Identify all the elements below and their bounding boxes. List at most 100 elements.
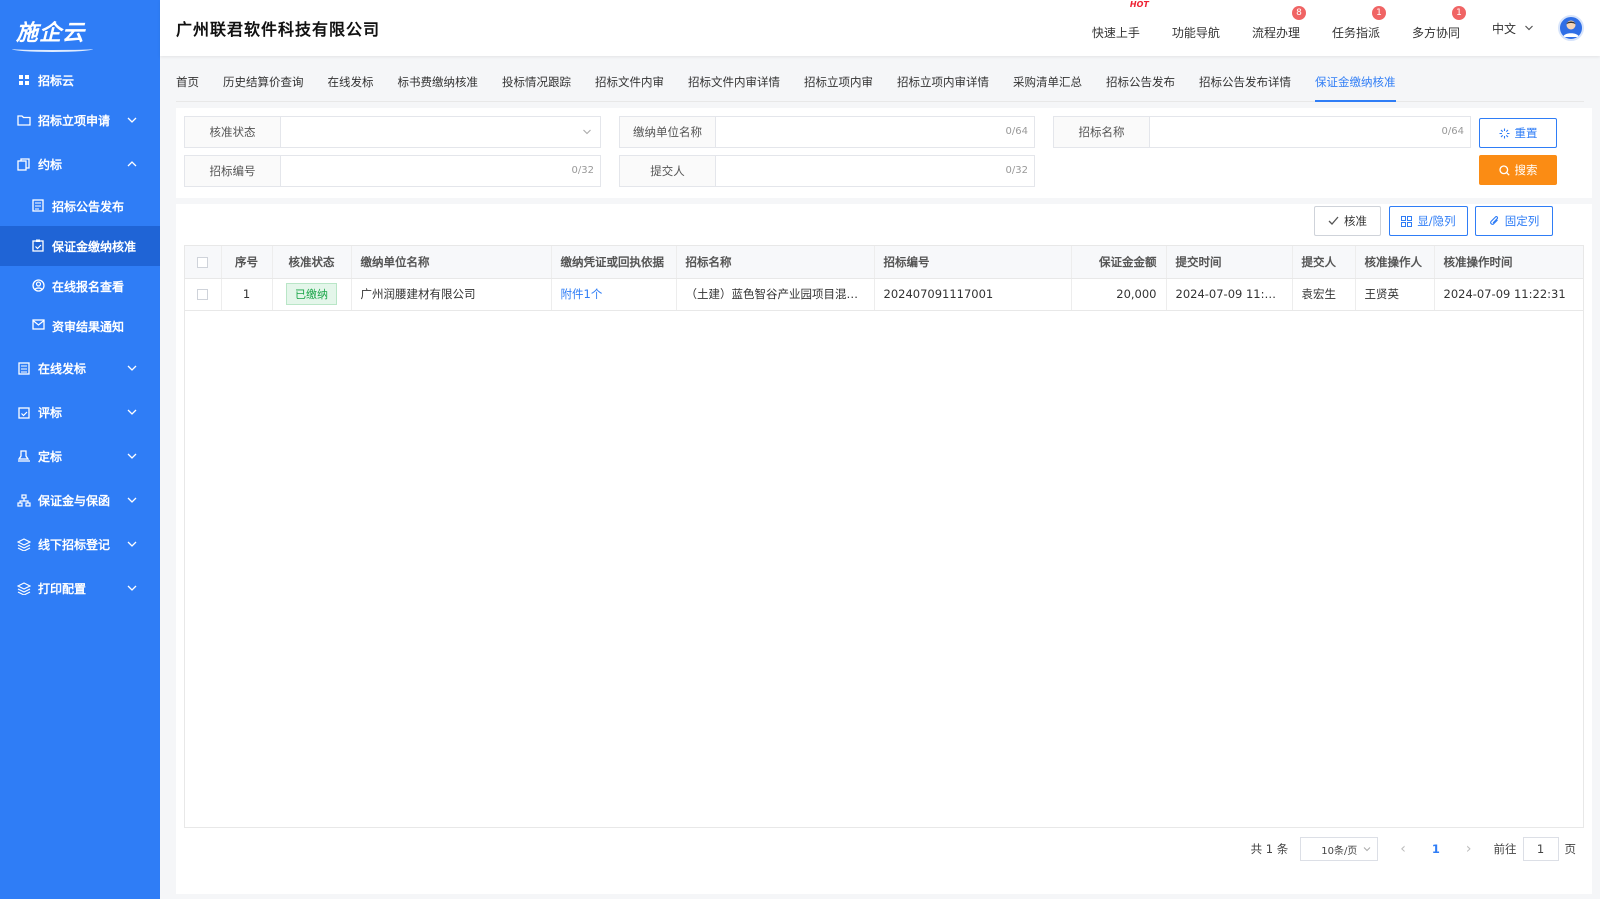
unit-input[interactable]: 0/64 <box>716 117 1034 147</box>
col-header: 核准状态 <box>272 246 352 279</box>
goto-page-input[interactable]: 1 <box>1522 837 1559 861</box>
toggle-columns-button[interactable]: 显/隐列 <box>1389 206 1468 236</box>
tab-announcement-detail[interactable]: 招标公告发布详情 <box>1199 62 1291 102</box>
quick-start-label: 快速上手 <box>1091 25 1140 40</box>
fix-columns-button[interactable]: 固定列 <box>1475 206 1553 236</box>
search-button[interactable]: 搜索 <box>1479 155 1557 185</box>
fix-columns-label: 固定列 <box>1504 214 1540 228</box>
tab-project-review-detail[interactable]: 招标立项内审详情 <box>897 62 989 102</box>
sidebar-item-label: 定标 <box>38 449 63 464</box>
tab-doc-review-detail[interactable]: 招标文件内审详情 <box>688 62 780 102</box>
sidebar-item-offline[interactable]: 线下招标登记 <box>0 522 160 566</box>
sidebar-item-award[interactable]: 定标 <box>0 434 160 478</box>
task-badge: 1 <box>1371 5 1386 20</box>
sidebar-item-invite[interactable]: 约标 <box>0 142 160 186</box>
col-header: 招标编号 <box>874 246 1072 279</box>
document-stack-icon <box>16 156 32 172</box>
sidebar-subitem-registration[interactable]: 在线报名查看 <box>0 266 160 306</box>
function-nav-label: 功能导航 <box>1171 25 1220 40</box>
language-select[interactable]: 中文 <box>1492 20 1534 37</box>
table-header-row: 序号 核准状态 缴纳单位名称 缴纳凭证或回执依据 招标名称 招标编号 保证金金额… <box>185 246 1583 279</box>
attachment-link[interactable]: 附件1个 <box>561 287 603 301</box>
chevron-down-icon <box>127 585 137 591</box>
status-filter-label: 核准状态 <box>185 117 281 147</box>
page-size-select[interactable]: 10条/页 <box>1300 837 1379 861</box>
col-header: 保证金金额 <box>1071 246 1167 279</box>
tab-project-review[interactable]: 招标立项内审 <box>804 62 873 102</box>
col-header: 招标名称 <box>676 246 875 279</box>
submitter-input[interactable]: 0/32 <box>716 156 1034 186</box>
chevron-down-icon <box>127 453 137 459</box>
row-op-time: 2024-07-09 11:22:31 <box>1434 278 1583 311</box>
current-page[interactable]: 1 <box>1432 842 1440 856</box>
tab-announcement[interactable]: 招标公告发布 <box>1106 62 1175 102</box>
page-tabs: 首页 历史结算价查询 在线发标 标书费缴纳核准 投标情况跟踪 招标文件内审 招标… <box>176 62 1584 102</box>
status-select[interactable] <box>281 117 600 147</box>
code-counter: 0/32 <box>571 165 594 176</box>
tab-home[interactable]: 首页 <box>176 62 199 102</box>
select-all-checkbox[interactable] <box>197 256 209 268</box>
collab-link[interactable]: 1 多方协同 <box>1412 5 1466 41</box>
tab-bid-tracking[interactable]: 投标情况跟踪 <box>502 62 571 102</box>
quick-start-link[interactable]: HOT 快速上手 <box>1091 0 1149 41</box>
company-name: 广州联君软件科技有限公司 <box>176 20 381 39</box>
row-status-cell: 已缴纳 <box>272 278 352 311</box>
row-checkbox[interactable] <box>197 289 209 300</box>
sidebar-item-deposit[interactable]: 保证金与保函 <box>0 478 160 522</box>
col-header: 核准操作人 <box>1355 246 1435 279</box>
filter-panel: 核准状态 缴纳单位名称 0/64 招标名称 0/64 招标编号 0/32 提交人… <box>176 108 1592 198</box>
tab-doc-review[interactable]: 招标文件内审 <box>595 62 664 102</box>
total-count: 共 1 条 <box>1250 842 1289 856</box>
unit-filter-label: 缴纳单位名称 <box>620 117 716 147</box>
pagination: 共 1 条 10条/页 ‹ 1 › 前往 1 页 <box>1251 836 1576 862</box>
col-header: 提交时间 <box>1166 246 1293 279</box>
sidebar-item-label: 在线发标 <box>38 361 87 376</box>
row-operator: 王贤英 <box>1355 278 1435 311</box>
prev-page-button[interactable]: ‹ <box>1400 841 1406 857</box>
grid-icon <box>1401 215 1413 227</box>
row-submitter: 袁宏生 <box>1292 278 1356 311</box>
table-panel: 核准 显/隐列 固定列 序号 核准状态 缴纳单位名称 缴纳凭证或回执依据 招标名… <box>176 204 1592 894</box>
sidebar-item-print[interactable]: 打印配置 <box>0 566 160 610</box>
table-row[interactable]: 1 已缴纳 广州润腰建材有限公司 附件1个 （土建）蓝色智谷产业园项目混凝...… <box>185 278 1583 311</box>
status-filter: 核准状态 <box>184 116 601 148</box>
code-filter: 招标编号 0/32 <box>184 155 601 187</box>
search-icon <box>1498 164 1510 176</box>
reset-button[interactable]: 重置 <box>1479 118 1557 148</box>
avatar[interactable] <box>1558 15 1584 41</box>
tab-online-bid[interactable]: 在线发标 <box>328 62 374 102</box>
tab-purchase-summary[interactable]: 采购清单汇总 <box>1013 62 1082 102</box>
sidebar-subitem-label: 资审结果通知 <box>52 319 125 334</box>
sidebar-subitem-deposit-approval[interactable]: 保证金缴纳核准 <box>0 226 160 266</box>
approve-button[interactable]: 核准 <box>1314 206 1381 236</box>
sidebar-subitem-label: 招标公告发布 <box>52 199 125 214</box>
sidebar: 施企云 招标云 招标立项申请 约标 招标公告发布 保证金缴纳核准 在线报名查看 … <box>0 0 160 899</box>
code-input[interactable]: 0/32 <box>281 156 600 186</box>
org-chart-icon <box>16 492 32 508</box>
sidebar-subitem-qualification[interactable]: 资审结果通知 <box>0 306 160 346</box>
process-link[interactable]: 8 流程办理 <box>1252 5 1306 41</box>
top-header: 广州联君软件科技有限公司 HOT 快速上手 功能导航 8 流程办理 1 任务指派… <box>160 0 1600 56</box>
tab-bidfee-approval[interactable]: 标书费缴纳核准 <box>398 62 479 102</box>
sidebar-item-online-bid[interactable]: 在线发标 <box>0 346 160 390</box>
sidebar-item-label: 打印配置 <box>38 581 87 596</box>
sidebar-item-home[interactable]: 招标云 <box>0 62 160 98</box>
name-input[interactable]: 0/64 <box>1150 117 1470 147</box>
task-assign-link[interactable]: 1 任务指派 <box>1332 5 1386 41</box>
next-page-button[interactable]: › <box>1466 841 1472 857</box>
tab-history-price[interactable]: 历史结算价查询 <box>223 62 304 102</box>
layers-icon <box>16 580 32 596</box>
col-header: 提交人 <box>1292 246 1356 279</box>
tab-deposit-approval[interactable]: 保证金缴纳核准 <box>1315 62 1396 102</box>
clipboard-check-icon <box>16 404 32 420</box>
sidebar-subitem-announcement[interactable]: 招标公告发布 <box>0 186 160 226</box>
name-filter: 招标名称 0/64 <box>1053 116 1471 148</box>
sidebar-item-evaluate[interactable]: 评标 <box>0 390 160 434</box>
chevron-up-icon <box>127 161 137 167</box>
mail-icon <box>32 319 46 333</box>
function-nav-link[interactable]: 功能导航 <box>1172 24 1220 41</box>
check-icon <box>1328 216 1339 225</box>
unit-counter: 0/64 <box>1005 126 1028 137</box>
chevron-down-icon <box>127 497 137 503</box>
sidebar-item-project-apply[interactable]: 招标立项申请 <box>0 98 160 142</box>
